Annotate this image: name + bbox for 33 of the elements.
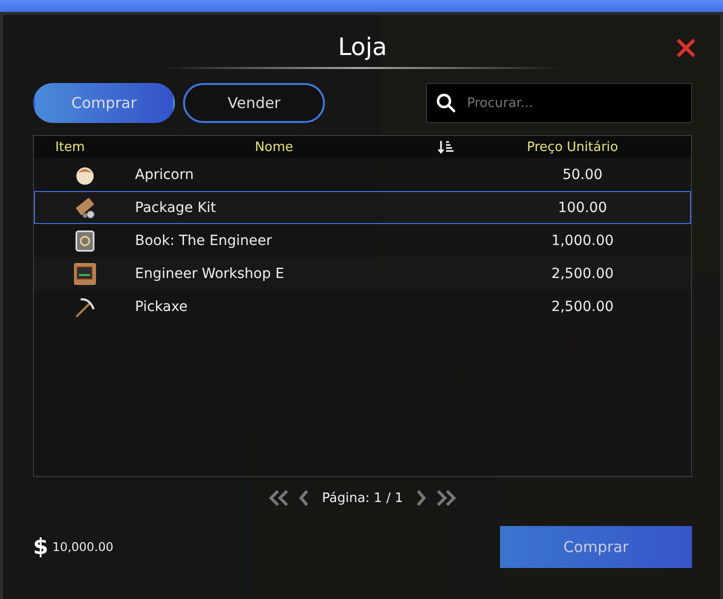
sort-icon[interactable] bbox=[438, 140, 454, 154]
last-page-icon[interactable] bbox=[435, 489, 457, 507]
previous-page-icon[interactable] bbox=[298, 489, 310, 507]
column-header: Preço Unitário bbox=[526, 140, 620, 154]
column-header: Item bbox=[54, 140, 86, 154]
page-indicator: Página: 1 / 1 bbox=[322, 490, 403, 506]
table-cell-text: Apricorn bbox=[135, 166, 195, 182]
search-field[interactable]: Procurar... bbox=[426, 83, 692, 123]
tab[interactable]: Vender bbox=[183, 83, 325, 123]
currency-symbol: $ bbox=[33, 534, 48, 560]
next-page-icon[interactable] bbox=[415, 489, 427, 507]
table-row[interactable]: Pickaxe 2,500.00 bbox=[34, 290, 691, 323]
table-row[interactable]: Apricorn 50.00 bbox=[34, 158, 691, 191]
table-row[interactable]: Book: The Engineer 1,000.00 bbox=[34, 224, 691, 257]
table-cell-text: Engineer Workshop E bbox=[135, 266, 286, 282]
table-cell-text: 50.00 bbox=[561, 166, 604, 182]
balance-amount: 10,000.00 bbox=[52, 540, 114, 554]
table-cell-text: Package Kit bbox=[135, 200, 218, 216]
table-cell-text: 2,500.00 bbox=[550, 298, 615, 314]
table-cell-text: 1,000.00 bbox=[550, 232, 615, 248]
table-cell-text: 100.00 bbox=[557, 200, 608, 216]
search-icon bbox=[436, 93, 456, 113]
table-cell-text: Book: The Engineer bbox=[135, 232, 273, 248]
table-cell-text: 2,500.00 bbox=[550, 266, 615, 282]
first-page-icon[interactable] bbox=[268, 489, 290, 507]
close-icon[interactable] bbox=[676, 38, 696, 58]
table-row[interactable]: Package Kit 100.00 bbox=[34, 191, 691, 224]
table-row[interactable]: Engineer Workshop E 2,500.00 bbox=[34, 257, 691, 290]
column-header: Nome bbox=[254, 140, 294, 154]
window-title: Loja bbox=[338, 33, 387, 61]
crate-icon bbox=[72, 260, 98, 286]
table-cell-text: Pickaxe bbox=[135, 298, 189, 314]
tab[interactable]: Comprar bbox=[33, 83, 175, 123]
